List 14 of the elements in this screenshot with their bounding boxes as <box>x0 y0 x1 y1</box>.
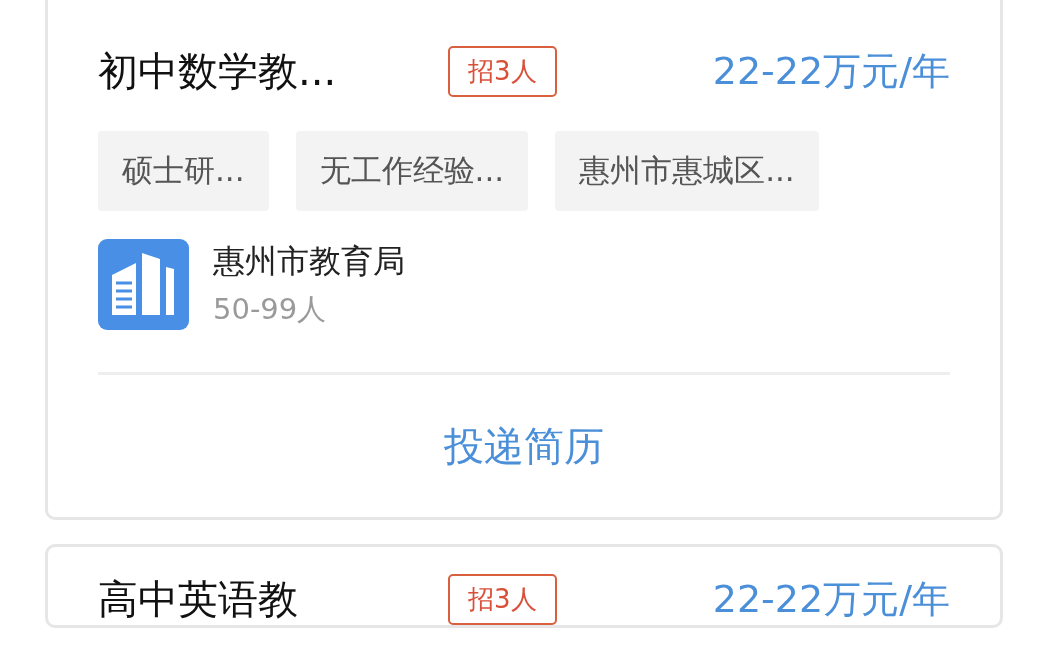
job-tag: 无工作经验... <box>295 131 529 211</box>
salary: 22-22万元/年 <box>712 575 950 623</box>
job-tag: 硕士研... <box>98 131 269 211</box>
headcount-badge: 招3人 <box>448 45 557 97</box>
company-name: 惠州市教育局 <box>213 240 405 282</box>
job-title: 高中英语教 <box>98 574 299 624</box>
headcount-badge: 招3人 <box>448 573 557 625</box>
job-tag: 惠州市惠城区... <box>555 131 819 211</box>
salary: 22-22万元/年 <box>712 47 950 95</box>
company-size: 50-99人 <box>213 290 328 328</box>
job-card[interactable]: 初中数学教... 招3人 22-22万元/年 硕士研... 无工作经验... 惠州市惠城区... 惠州市教育局 50-99人 投递简历 <box>45 0 1003 520</box>
job-title: 初中数学教... <box>98 46 338 96</box>
job-card[interactable]: 高中英语教 招3人 22-22万元/年 <box>45 544 1003 628</box>
building-icon <box>98 239 189 330</box>
